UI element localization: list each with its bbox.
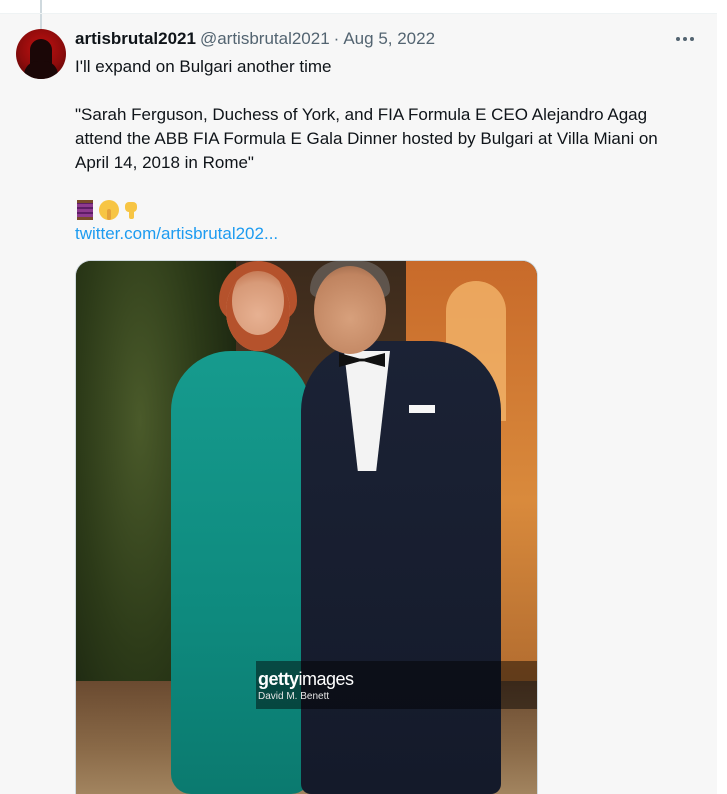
photo-woman-dress [171, 351, 311, 794]
avatar-figure-body [24, 61, 58, 79]
more-options-button[interactable] [670, 28, 700, 50]
author-handle[interactable]: @artisbrutal2021 [200, 29, 330, 49]
shushing-face-emoji [99, 200, 119, 220]
tweet-header: artisbrutal2021 @artisbrutal2021 · Aug 5… [75, 27, 435, 51]
tweet-photo[interactable]: gettyimages David M. Benett [75, 260, 538, 794]
tweet-text: I'll expand on Bulgari another time "Sar… [75, 55, 695, 175]
photo-man-pocket-square [409, 405, 435, 413]
author-name[interactable]: artisbrutal2021 [75, 29, 196, 49]
more-horizontal-icon [676, 37, 680, 41]
emoji-row [75, 200, 141, 222]
tweet-date[interactable]: Aug 5, 2022 [343, 29, 435, 49]
header-separator: · [333, 29, 340, 48]
photo-credit: David M. Benett [258, 691, 330, 702]
backhand-index-pointing-down-emoji [121, 200, 141, 220]
tweet-quote: "Sarah Ferguson, Duchess of York, and FI… [75, 105, 658, 172]
getty-watermark-logo: gettyimages [258, 669, 354, 690]
photo-woman-face [226, 271, 290, 351]
thread-spool-emoji [77, 200, 93, 220]
photo-man-face [314, 266, 386, 354]
avatar[interactable] [16, 29, 66, 79]
getty-watermark-bold: getty [258, 669, 299, 689]
photo-man-tuxedo [301, 341, 501, 794]
tweet-link[interactable]: twitter.com/artisbrutal202... [75, 222, 278, 246]
tweet-text-line: I'll expand on Bulgari another time [75, 57, 332, 76]
getty-watermark-light: images [298, 669, 355, 689]
